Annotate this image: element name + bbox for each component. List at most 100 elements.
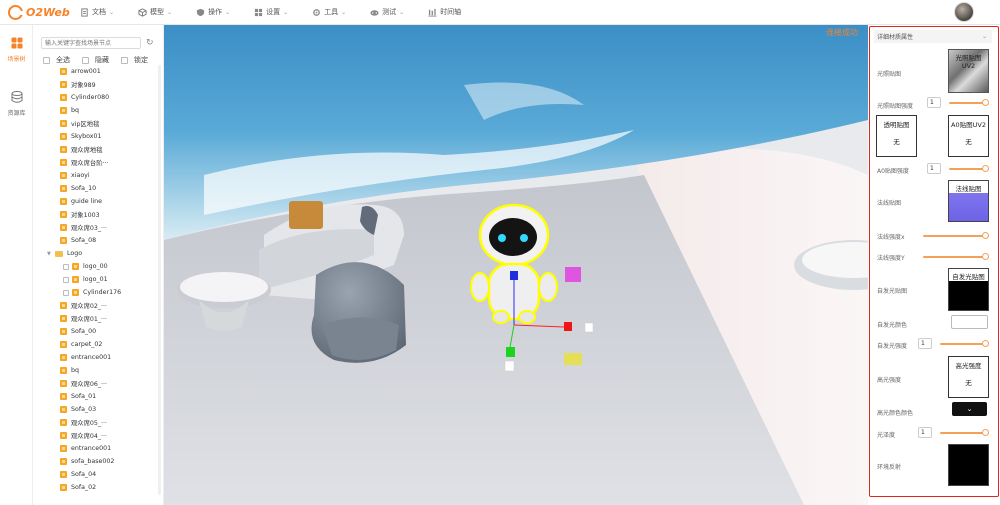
- gloss-label: 光泽度: [877, 432, 896, 439]
- tree-node[interactable]: guide line: [33, 195, 163, 208]
- object-icon: [60, 302, 67, 309]
- tree-scrollbar[interactable]: [158, 65, 161, 495]
- tree-node[interactable]: Sofa_08: [33, 234, 163, 247]
- menu-document[interactable]: 文档 ⌄: [80, 7, 114, 17]
- tree-node[interactable]: logo_01: [33, 273, 163, 286]
- tree-node[interactable]: Skybox01: [33, 130, 163, 143]
- 3d-viewport[interactable]: 连接成功: [164, 25, 868, 505]
- slider-knob[interactable]: [982, 429, 989, 436]
- checkbox[interactable]: [121, 56, 128, 64]
- tree-node[interactable]: carpet_02: [33, 338, 163, 351]
- ao-strength-slider[interactable]: [949, 165, 989, 172]
- tree-node[interactable]: bq: [33, 104, 163, 117]
- gloss-input[interactable]: 1: [918, 427, 932, 438]
- normal-strength-x-label: 法线强度x: [877, 234, 905, 241]
- tree-node[interactable]: 观众席06_···: [33, 377, 163, 390]
- tree-node-label: Sofa_03: [71, 406, 97, 413]
- refresh-icon[interactable]: ↻: [146, 38, 154, 48]
- checkbox[interactable]: [43, 56, 50, 64]
- option-select-all[interactable]: 全选: [43, 55, 70, 65]
- chevron-down-icon[interactable]: ⌄: [967, 405, 973, 413]
- specular-map-box[interactable]: 高光强度 无: [948, 356, 989, 398]
- tree-node[interactable]: Sofa_02: [33, 481, 163, 494]
- opacity-map-box[interactable]: 透明贴图 无: [876, 115, 917, 157]
- light-map-strength-slider[interactable]: [949, 99, 989, 106]
- normal-strength-x-slider[interactable]: [923, 232, 989, 239]
- slider-knob[interactable]: [982, 165, 989, 172]
- tree-folder[interactable]: ▼ Logo: [33, 247, 163, 260]
- scene-search-input[interactable]: [41, 37, 141, 49]
- chevron-down-icon: ⌄: [399, 8, 405, 16]
- tree-node[interactable]: Cylinder176: [33, 286, 163, 299]
- ao-strength-input[interactable]: 1: [927, 163, 941, 174]
- tree-node[interactable]: bq: [33, 364, 163, 377]
- menu-model[interactable]: 模型 ⌄: [138, 7, 172, 17]
- tree-node[interactable]: entrance001: [33, 442, 163, 455]
- object-icon: [60, 484, 67, 491]
- checkbox[interactable]: [63, 276, 69, 283]
- checkbox[interactable]: [63, 289, 69, 296]
- checkbox[interactable]: [63, 263, 69, 270]
- chevron-down-icon: ⌄: [341, 8, 347, 16]
- slider-knob[interactable]: [982, 253, 989, 260]
- tree-node-label: Cylinder080: [71, 94, 110, 101]
- tree-node[interactable]: Sofa_10: [33, 182, 163, 195]
- normal-strength-y-slider[interactable]: [923, 253, 989, 260]
- tree-node[interactable]: Sofa_01: [33, 390, 163, 403]
- tree-node[interactable]: 观众席03_···: [33, 221, 163, 234]
- tree-node-label: 观众席03_···: [71, 225, 108, 232]
- tree-node[interactable]: 观众席01_···: [33, 312, 163, 325]
- normal-map-thumbnail[interactable]: 法线贴图: [948, 180, 989, 222]
- specular-color-swatch[interactable]: ⌄: [952, 402, 987, 416]
- checkbox[interactable]: [82, 56, 89, 64]
- chevron-down-icon: ⌄: [283, 8, 289, 16]
- chevron-down-icon[interactable]: ⌄: [982, 33, 987, 40]
- menu-tools[interactable]: 工具 ⌄: [312, 7, 346, 17]
- slider-knob[interactable]: [982, 340, 989, 347]
- tree-node[interactable]: sofa_base002: [33, 455, 163, 468]
- tree-node-label: entrance001: [71, 354, 112, 361]
- app-logo[interactable]: O2Web: [8, 4, 80, 20]
- tree-node[interactable]: 观众席台阶···: [33, 156, 163, 169]
- menu-operate[interactable]: 操作 ⌄: [196, 7, 230, 17]
- env-reflect-thumbnail[interactable]: [948, 444, 989, 486]
- slider-knob[interactable]: [982, 232, 989, 239]
- gloss-slider[interactable]: [940, 429, 989, 436]
- tree-node[interactable]: 对象989: [33, 78, 163, 91]
- tree-node[interactable]: vip区地毯: [33, 117, 163, 130]
- option-lock[interactable]: 锁定: [121, 55, 148, 65]
- tree-node[interactable]: Sofa_03: [33, 403, 163, 416]
- tree-node[interactable]: Sofa_04: [33, 468, 163, 481]
- light-map-strength-input[interactable]: 1: [927, 97, 941, 108]
- tree-node[interactable]: 观众席05_···: [33, 416, 163, 429]
- tree-node[interactable]: 对象1003: [33, 208, 163, 221]
- emissive-intensity-slider[interactable]: [940, 340, 989, 347]
- tree-node[interactable]: 观众席地毯: [33, 143, 163, 156]
- rail-resource-library[interactable]: 资源库: [0, 91, 33, 117]
- tree-node[interactable]: xiaoyi: [33, 169, 163, 182]
- chevron-down-icon: ⌄: [167, 8, 173, 16]
- menu-test[interactable]: 测试 ⌄: [370, 7, 404, 17]
- emissive-map-thumbnail[interactable]: 自发光贴图: [948, 268, 989, 311]
- menu-settings[interactable]: 设置 ⌄: [254, 7, 288, 17]
- tree-node[interactable]: Sofa_00: [33, 325, 163, 338]
- tree-node[interactable]: arrow001: [33, 65, 163, 78]
- menu-timeline[interactable]: 时间轴: [428, 7, 461, 17]
- tree-node[interactable]: 观众席04_···: [33, 429, 163, 442]
- tree-node[interactable]: logo_00: [33, 260, 163, 273]
- emissive-intensity-input[interactable]: 1: [918, 338, 932, 349]
- tree-node[interactable]: entrance001: [33, 351, 163, 364]
- chevron-down-icon: ⌄: [225, 8, 231, 16]
- option-hide[interactable]: 隐藏: [82, 55, 109, 65]
- tree-node[interactable]: Cylinder080: [33, 91, 163, 104]
- light-map-thumbnail[interactable]: 光照贴图UV2: [948, 49, 989, 93]
- rail-scene-tree[interactable]: 场景树: [0, 37, 33, 63]
- properties-header[interactable]: 详细材质属性 ⌄: [874, 30, 992, 43]
- grid-icon: [11, 37, 22, 49]
- user-avatar[interactable]: [954, 2, 974, 22]
- slider-knob[interactable]: [982, 99, 989, 106]
- emissive-color-swatch[interactable]: [951, 315, 988, 329]
- tree-node[interactable]: 观众席02_···: [33, 299, 163, 312]
- ao-map-box[interactable]: A0贴图UV2 无: [948, 115, 989, 157]
- caret-down-icon[interactable]: ▼: [47, 251, 51, 257]
